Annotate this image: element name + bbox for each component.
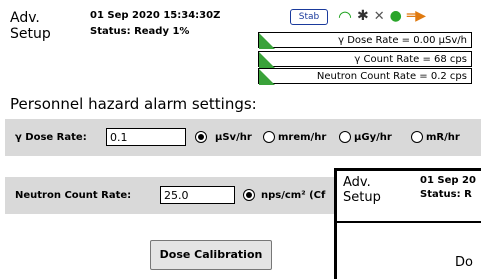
screen-title: Adv. Setup xyxy=(10,10,51,42)
unit-mrem-radio[interactable] xyxy=(263,131,275,143)
dose-rate-panel: γ Dose Rate: 0.1 µSv/hr mrem/hr µGy/hr m… xyxy=(5,119,481,156)
gps-off-icon: ✕ xyxy=(373,8,385,24)
dose-rate-label: γ Dose Rate: xyxy=(15,132,87,143)
dose-rate-text: γ Dose Rate = 0.00 µSv/h xyxy=(338,35,467,46)
device-status: Status: Ready 1% xyxy=(90,26,190,37)
neutron-rate-label: Neutron Count Rate: xyxy=(15,190,132,201)
neutron-rate-text: Neutron Count Rate = 0.2 cps xyxy=(316,71,467,82)
count-rate-readout: γ Count Rate = 68 cps xyxy=(258,51,472,68)
unit-mrem-label: mrem/hr xyxy=(278,132,327,143)
green-indicator-icon xyxy=(259,52,275,68)
unit-ugy-radio[interactable] xyxy=(339,131,351,143)
datetime-display: 01 Sep 2020 15:34:30Z xyxy=(90,10,221,21)
dose-calibration-button[interactable]: Dose Calibration xyxy=(150,240,272,270)
green-indicator-icon xyxy=(259,33,275,49)
status-header: Adv. Setup 01 Sep 2020 15:34:30Z Status:… xyxy=(0,0,481,88)
overlay-datetime: 01 Sep 20 xyxy=(420,175,476,186)
unit-mr-label: mR/hr xyxy=(426,132,460,143)
unit-ugy-label: µGy/hr xyxy=(354,132,392,143)
section-title: Personnel hazard alarm settings: xyxy=(10,95,257,113)
battery-plug-icon: ═▶ xyxy=(406,8,427,24)
unit-usv-label: µSv/hr xyxy=(215,132,252,143)
count-rate-text: γ Count Rate = 68 cps xyxy=(354,54,467,65)
unit-usv-radio[interactable] xyxy=(195,131,207,143)
neutron-rate-readout: Neutron Count Rate = 0.2 cps xyxy=(258,68,472,85)
unit-nps-label: nps/cm² (Cf xyxy=(261,190,326,201)
wifi-icon: ◠ xyxy=(338,6,352,26)
overlay-divider xyxy=(337,221,481,223)
overlay-partial-text: Do xyxy=(455,255,473,270)
overlay-status: Status: R xyxy=(420,189,472,200)
unit-nps-radio[interactable] xyxy=(243,189,255,201)
unit-mr-radio[interactable] xyxy=(411,131,423,143)
overlay-window: Adv. Setup 01 Sep 20 Status: R Do xyxy=(334,168,481,279)
status-icons: ◠ ✱ ✕ ● ═▶ xyxy=(338,6,426,26)
neutron-rate-input[interactable]: 25.0 xyxy=(160,186,235,204)
bluetooth-icon: ✱ xyxy=(356,8,369,24)
location-icon: ● xyxy=(389,8,402,24)
green-indicator-icon xyxy=(259,69,275,85)
stab-badge[interactable]: Stab xyxy=(290,9,328,25)
overlay-title: Adv. Setup xyxy=(343,175,381,205)
dose-rate-readout: γ Dose Rate = 0.00 µSv/h xyxy=(258,32,472,49)
dose-rate-input[interactable]: 0.1 xyxy=(106,128,186,146)
